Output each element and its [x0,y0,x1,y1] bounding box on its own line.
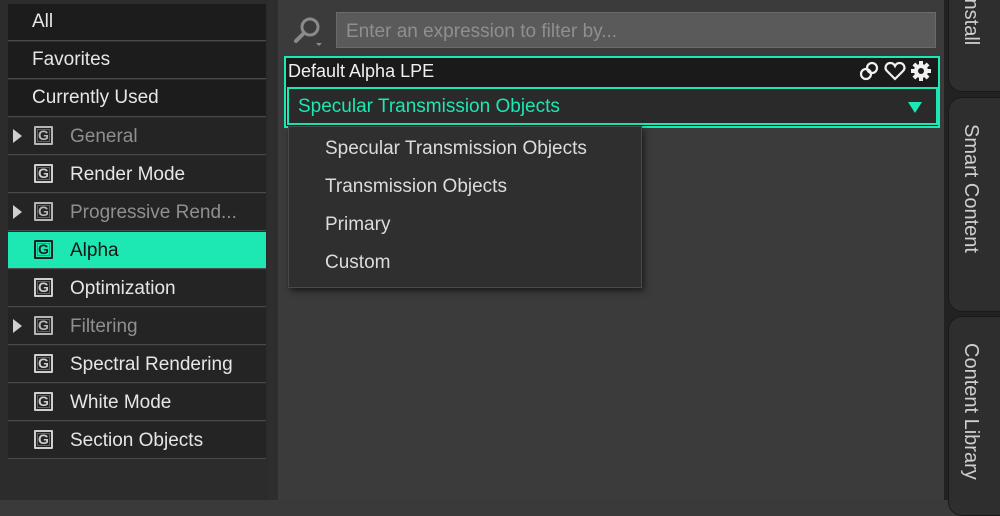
search-icon[interactable] [292,14,326,48]
tab-install[interactable]: Install [948,0,1000,92]
group-icon: G [34,392,53,411]
group-icon: G [34,164,53,183]
sidebar-item-label: Filtering [70,316,138,337]
sidebar-item-section-objects[interactable]: G Section Objects [8,422,266,459]
sidebar-item-alpha[interactable]: G Alpha [8,232,266,269]
group-icon: G [34,202,53,221]
alpha-lpe-dropdown[interactable]: Specular Transmission Objects [287,87,938,125]
expand-arrow-icon[interactable] [13,129,22,143]
sidebar: All Favorites Currently Used G General G… [0,0,268,500]
menu-item-specular-transmission-objects[interactable]: Specular Transmission Objects [325,138,587,160]
tab-label: Install [960,0,982,46]
sidebar-item-label: Progressive Rend... [70,202,237,223]
sidebar-item-render-mode[interactable]: G Render Mode [8,156,266,193]
link-icon[interactable] [858,60,880,82]
sidebar-item-filtering[interactable]: G Filtering [8,308,266,345]
tab-label: Smart Content [960,124,982,253]
chevron-down-icon[interactable] [908,102,922,113]
group-icon: G [34,240,53,259]
sidebar-item-progressive-rendering[interactable]: G Progressive Rend... [8,194,266,231]
sidebar-item-label: Favorites [32,49,111,70]
group-icon: G [34,126,53,145]
property-title: Default Alpha LPE [288,61,435,81]
sidebar-item-white-mode[interactable]: G White Mode [8,384,266,421]
tab-smart-content[interactable]: Smart Content [948,97,1000,312]
dropdown-selected-value: Specular Transmission Objects [298,96,560,117]
sidebar-item-optimization[interactable]: G Optimization [8,270,266,307]
sidebar-item-spectral-rendering[interactable]: G Spectral Rendering [8,346,266,383]
menu-item-custom[interactable]: Custom [325,252,390,274]
expand-arrow-icon[interactable] [13,205,22,219]
group-icon: G [34,316,53,335]
sidebar-item-label: General [70,126,138,147]
menu-item-transmission-objects[interactable]: Transmission Objects [325,176,507,198]
sidebar-item-currently-used[interactable]: Currently Used [8,80,266,117]
sidebar-item-label: Currently Used [32,87,159,108]
search-input[interactable]: Enter an expression to filter by... [336,12,936,48]
sidebar-item-general[interactable]: G General [8,118,266,155]
sidebar-item-label: All [32,11,54,32]
sidebar-item-label: Alpha [70,240,119,261]
sidebar-item-label: White Mode [70,392,172,413]
tab-content-library[interactable]: Content Library [948,316,1000,516]
group-icon: G [34,278,53,297]
sidebar-item-label: Section Objects [70,430,204,451]
gear-icon[interactable] [910,60,932,82]
sidebar-item-all[interactable]: All [8,4,266,41]
sidebar-item-favorites[interactable]: Favorites [8,42,266,79]
sidebar-item-label: Render Mode [70,164,186,185]
dropdown-menu: Specular Transmission Objects Transmissi… [288,126,642,288]
expand-arrow-icon[interactable] [13,319,22,333]
side-tab-bar: Install Smart Content Content Library [944,0,1000,516]
sidebar-item-label: Optimization [70,278,176,299]
group-icon: G [34,430,53,449]
property-icons [858,60,932,82]
heart-icon[interactable] [884,60,906,82]
sidebar-item-label: Spectral Rendering [70,354,233,375]
menu-item-primary[interactable]: Primary [325,214,390,236]
group-icon: G [34,354,53,373]
tab-label: Content Library [960,343,982,480]
